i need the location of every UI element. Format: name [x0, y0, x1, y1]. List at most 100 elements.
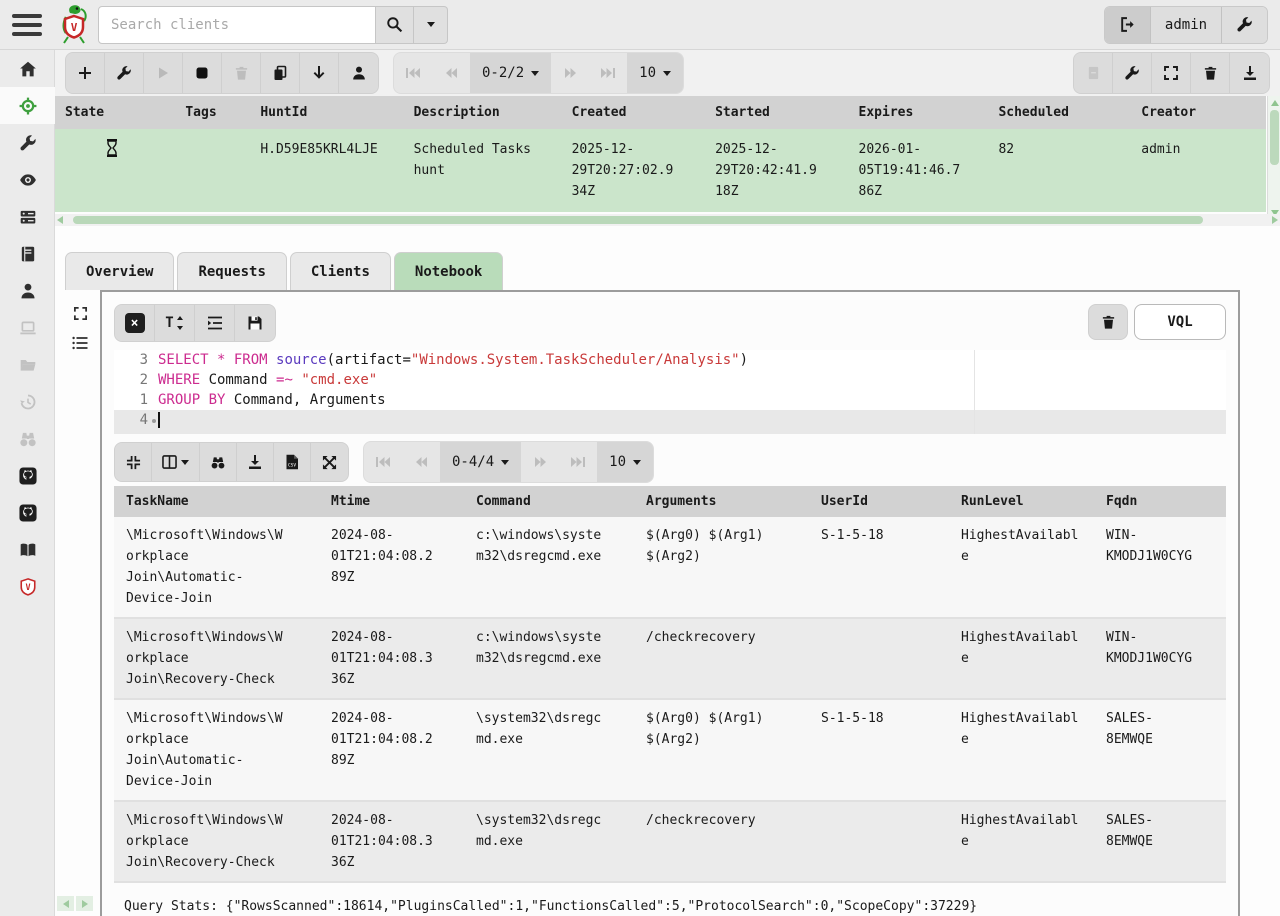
- menu-toggle-icon[interactable]: [6, 5, 50, 45]
- sidebar-item-velociraptor-site[interactable]: V: [0, 568, 55, 605]
- cell-save-button[interactable]: [235, 305, 275, 341]
- table-row[interactable]: \Microsoft\Windows\Workplace Join\Automa…: [114, 517, 1226, 618]
- editor-line: 3 SELECT * FROM source(artifact="Windows…: [114, 350, 1226, 370]
- hunt-table: State Tags HuntId Description Created St…: [55, 96, 1266, 212]
- chevron-down-icon: [181, 460, 189, 465]
- hunt-vertical-scrollbar[interactable]: [1267, 96, 1280, 220]
- hunt-horizontal-scrollbar[interactable]: [55, 214, 1280, 226]
- cell-delete-button[interactable]: [1088, 304, 1128, 340]
- col-userid[interactable]: UserId: [809, 486, 949, 517]
- sidebar-item-server-events[interactable]: [0, 161, 55, 198]
- sidebar-item-search[interactable]: [0, 420, 55, 457]
- new-hunt-button[interactable]: [66, 53, 105, 93]
- sidebar-item-notebooks[interactable]: [0, 235, 55, 272]
- table-row[interactable]: \Microsoft\Windows\Workplace Join\Recove…: [114, 801, 1226, 882]
- cell-text-size-button[interactable]: T: [155, 305, 195, 341]
- editor-line: 1 GROUP BY Command, Arguments: [114, 390, 1226, 410]
- collapse-output-button[interactable]: [115, 443, 152, 481]
- hunt-modify-button[interactable]: [1113, 53, 1152, 93]
- sidebar-item-home[interactable]: [0, 50, 55, 87]
- notebook-cell-panel: × T: [100, 290, 1240, 916]
- search-input[interactable]: [98, 6, 376, 44]
- open-book-icon: [19, 541, 37, 559]
- hunt-detail-tabs: Overview Requests Clients Notebook: [65, 252, 1280, 290]
- sidebar-item-hunts[interactable]: [0, 87, 55, 124]
- hunt-toolbar: 0-2/2 10: [55, 50, 1280, 96]
- col-creator[interactable]: Creator: [1131, 96, 1266, 129]
- export-csv-button[interactable]: CSV: [274, 443, 311, 481]
- results-page-range-dropdown[interactable]: 0-4/4: [440, 442, 521, 482]
- expand-table-button[interactable]: [311, 443, 348, 481]
- hunt-table-row-selected[interactable]: H.D59E85KRL4LJE Scheduled Tasks hunt 202…: [55, 129, 1266, 212]
- col-expires[interactable]: Expires: [849, 96, 989, 129]
- prev-page-icon: [445, 67, 458, 79]
- filter-rows-button[interactable]: [200, 443, 237, 481]
- editor-line-active: 4: [114, 410, 1226, 430]
- col-description[interactable]: Description: [404, 96, 562, 129]
- hunt-fullscreen-button[interactable]: [1152, 53, 1191, 93]
- copy-hunt-button[interactable]: [261, 53, 300, 93]
- col-state[interactable]: State: [55, 96, 175, 129]
- tab-overview[interactable]: Overview: [65, 252, 174, 290]
- col-tags[interactable]: Tags: [175, 96, 250, 129]
- hunt-page-size-dropdown[interactable]: 10: [627, 53, 683, 93]
- col-command[interactable]: Command: [464, 486, 634, 517]
- tab-notebook[interactable]: Notebook: [394, 252, 503, 290]
- cell-cancel-button[interactable]: ×: [115, 305, 155, 341]
- col-started[interactable]: Started: [705, 96, 848, 129]
- stop-hunt-button[interactable]: [183, 53, 222, 93]
- col-fqdn[interactable]: Fqdn: [1094, 486, 1226, 517]
- scroll-right-icon: [1272, 216, 1278, 224]
- col-taskname[interactable]: TaskName: [114, 486, 319, 517]
- hunt-page-range-dropdown[interactable]: 0-2/2: [470, 53, 551, 93]
- tab-clients[interactable]: Clients: [290, 252, 391, 290]
- search-options-button[interactable]: [414, 6, 448, 44]
- notebook-toc-button[interactable]: [55, 328, 100, 358]
- floppy-save-icon: [247, 315, 263, 331]
- sidebar-item-collected[interactable]: [0, 383, 55, 420]
- vql-editor[interactable]: 3 SELECT * FROM source(artifact="Windows…: [114, 350, 1226, 434]
- col-scheduled[interactable]: Scheduled: [988, 96, 1131, 129]
- sidebar-item-github-issues[interactable]: [0, 494, 55, 531]
- notebook-side-controls: [55, 290, 100, 916]
- col-arguments[interactable]: Arguments: [634, 486, 809, 517]
- first-page-icon: [405, 67, 421, 79]
- hunt-user-button[interactable]: [339, 53, 378, 93]
- sidebar-item-users[interactable]: [0, 272, 55, 309]
- sidebar-item-github-repo[interactable]: [0, 457, 55, 494]
- hunt-export-button[interactable]: [1230, 53, 1269, 93]
- table-row[interactable]: \Microsoft\Windows\Workplace Join\Recove…: [114, 618, 1226, 699]
- search-button[interactable]: [376, 6, 414, 44]
- col-created[interactable]: Created: [562, 96, 705, 129]
- column-selector-button[interactable]: [152, 443, 200, 481]
- sidebar-item-docs[interactable]: [0, 531, 55, 568]
- user-settings-button[interactable]: [1221, 7, 1267, 43]
- notebook-horizontal-scroll[interactable]: [57, 896, 93, 911]
- plus-icon: [77, 65, 93, 81]
- sidebar-item-vfs[interactable]: [0, 346, 55, 383]
- sidebar-item-artifacts[interactable]: [0, 124, 55, 161]
- download-json-button[interactable]: [237, 443, 274, 481]
- table-row[interactable]: \Microsoft\Windows\Workplace Join\Automa…: [114, 699, 1226, 801]
- col-mtime[interactable]: Mtime: [319, 486, 464, 517]
- cell-type-button[interactable]: VQL: [1134, 304, 1226, 340]
- col-runlevel[interactable]: RunLevel: [949, 486, 1094, 517]
- hunt-started: 2025-12-29T20:42:41.918Z: [705, 129, 848, 212]
- col-huntid[interactable]: HuntId: [250, 96, 403, 129]
- modify-hunt-button[interactable]: [105, 53, 144, 93]
- results-page-size-dropdown[interactable]: 10: [597, 442, 653, 482]
- sidebar-item-server-artifacts[interactable]: [0, 198, 55, 235]
- hunt-delete-button[interactable]: [1191, 53, 1230, 93]
- github-icon: [19, 504, 37, 522]
- hunt-creator: admin: [1131, 129, 1266, 212]
- tab-requests[interactable]: Requests: [177, 252, 286, 290]
- logout-button[interactable]: [1105, 7, 1151, 43]
- hunt-notebook-button: [1074, 53, 1113, 93]
- last-page-button: [589, 53, 627, 93]
- cell-reformat-button[interactable]: [195, 305, 235, 341]
- hunt-id: H.D59E85KRL4LJE: [250, 129, 403, 212]
- wrench-icon: [1124, 65, 1140, 81]
- download-hunt-button[interactable]: [300, 53, 339, 93]
- sidebar-item-client-host[interactable]: [0, 309, 55, 346]
- notebook-fullscreen-button[interactable]: [55, 298, 100, 328]
